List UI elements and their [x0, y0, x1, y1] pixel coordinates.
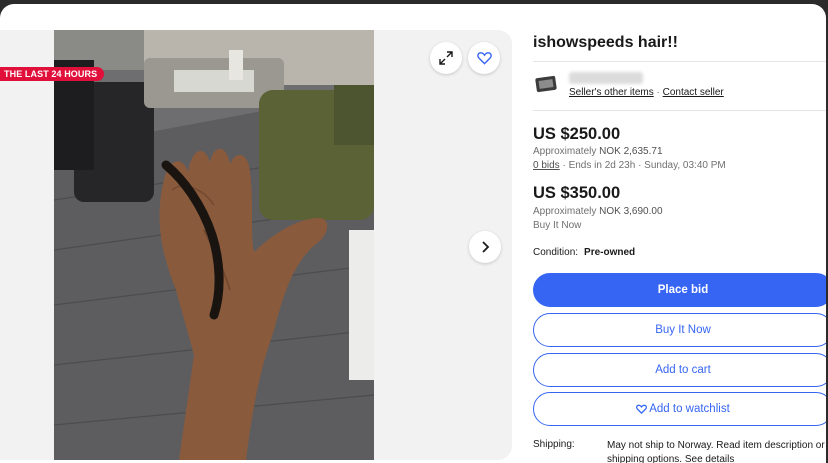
bids-link[interactable]: 0 bids [533, 160, 560, 171]
place-bid-button[interactable]: Place bid [533, 273, 826, 307]
shipping-label: Shipping: [533, 439, 575, 450]
add-to-watchlist-label: Add to watchlist [649, 403, 730, 415]
shipping-line-2: shipping options. See details [607, 453, 826, 463]
heart-icon [476, 52, 492, 65]
last-24-hours-badge: THE LAST 24 HOURS [0, 67, 105, 81]
listing-page: THE LAST 24 HOURS ishowspeeds hair!! Sel… [0, 4, 826, 463]
approx-value: NOK 3,690.00 [599, 206, 663, 217]
auction-approx-price: Approximately NOK 2,635.71 [533, 146, 663, 157]
approx-prefix: Approximately [533, 146, 597, 157]
add-to-watchlist-button[interactable]: Add to watchlist [533, 392, 826, 426]
shipping-line-1: May not ship to Norway. Read item descri… [607, 440, 825, 451]
divider [533, 110, 826, 111]
divider [533, 61, 826, 62]
add-to-cart-button[interactable]: Add to cart [533, 353, 826, 387]
next-image-button[interactable] [469, 231, 501, 263]
item-photo-illustration [54, 30, 374, 460]
contact-seller-link[interactable]: Contact seller [663, 87, 724, 98]
auction-price: US $250.00 [533, 125, 621, 143]
approx-prefix: Approximately [533, 206, 597, 217]
shipping-text: May not ship to Norway. Read item descri… [607, 439, 826, 463]
ends-text: · Ends in 2d 23h · Sunday, 03:40 PM [562, 160, 726, 171]
buy-now-price: US $350.00 [533, 184, 621, 202]
expand-icon [439, 51, 453, 65]
condition-label: Condition: [533, 247, 579, 258]
item-title: ishowspeeds hair!! [533, 34, 678, 51]
bids-line: 0 bids · Ends in 2d 23h · Sunday, 03:40 … [533, 160, 726, 171]
shipping-line-2-prefix: shipping options. [607, 453, 683, 463]
item-photo[interactable] [54, 30, 374, 460]
separator: · [656, 87, 660, 98]
watch-heart-button[interactable] [468, 42, 500, 74]
seller-links: Seller's other items · Contact seller [569, 87, 724, 98]
expand-button[interactable] [430, 42, 462, 74]
heart-icon [636, 404, 648, 414]
buy-now-approx-price: Approximately NOK 3,690.00 [533, 206, 663, 217]
see-details-link[interactable]: See details [685, 454, 734, 463]
condition-row: Condition: Pre-owned [533, 247, 635, 258]
seller-avatar-icon[interactable] [535, 75, 557, 93]
buy-it-now-label: Buy It Now [533, 220, 582, 231]
condition-value: Pre-owned [584, 247, 636, 258]
approx-value: NOK 2,635.71 [599, 146, 663, 157]
chevron-right-icon [482, 241, 490, 253]
seller-name-blurred[interactable] [569, 72, 643, 84]
buy-it-now-button[interactable]: Buy It Now [533, 313, 826, 347]
image-gallery: THE LAST 24 HOURS [0, 30, 512, 460]
seller-other-items-link[interactable]: Seller's other items [569, 87, 654, 98]
